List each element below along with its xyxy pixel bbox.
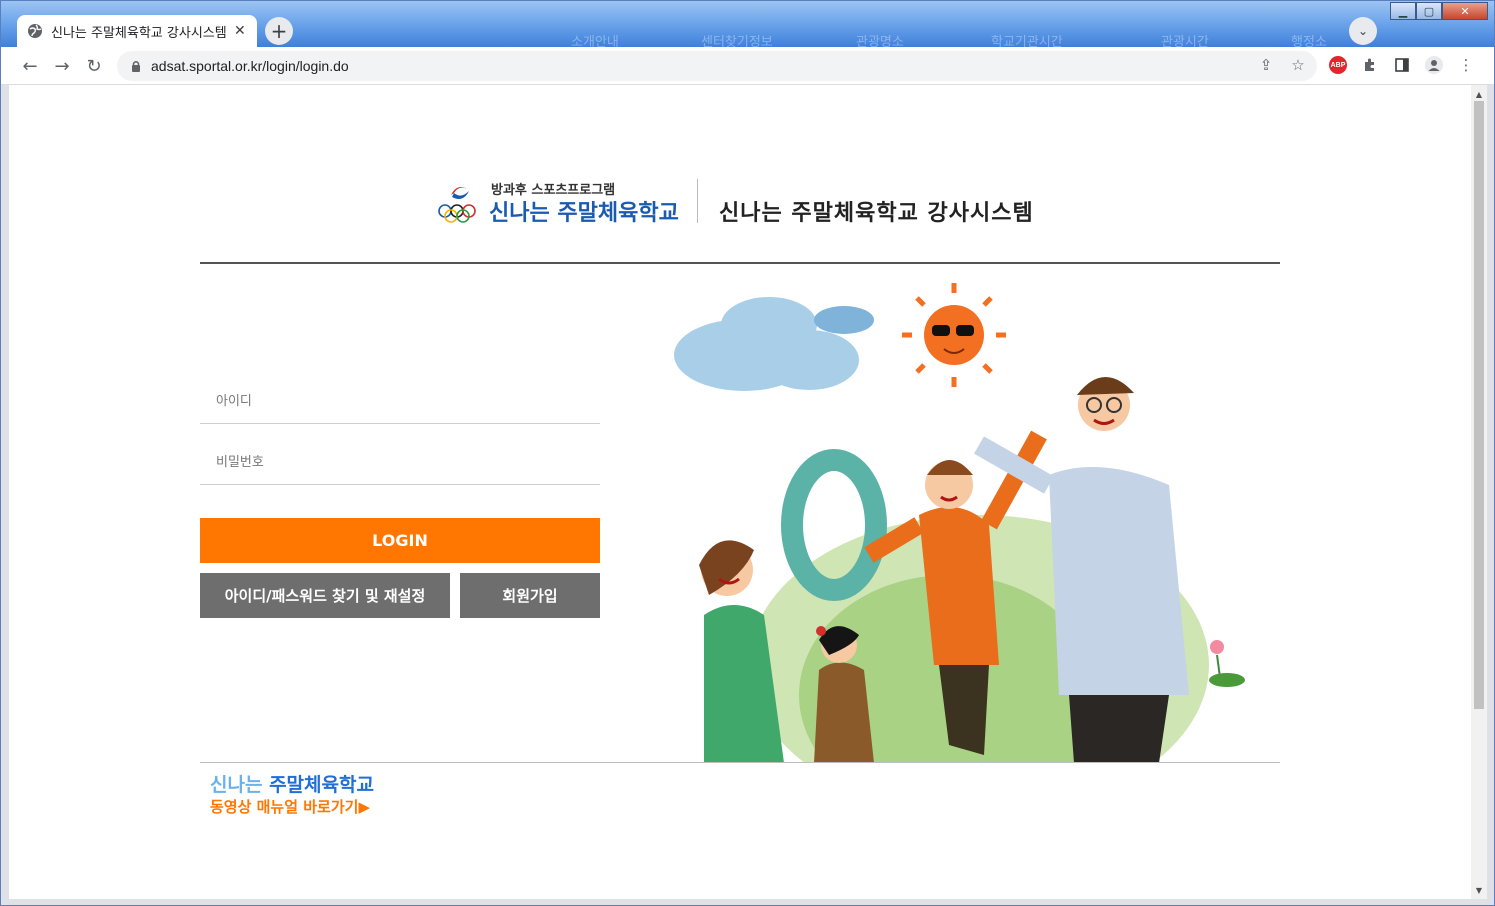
close-tab-icon[interactable]: ✕ (234, 23, 246, 39)
manual-brand: 신나는 주말체육학교 (210, 770, 374, 797)
page-viewport: 방과후 스포츠프로그램 신나는 주말체육학교 신나는 주말체육학교 강사시스템 … (9, 85, 1471, 899)
window-controls: ▁ ▢ ✕ (1390, 2, 1488, 20)
site-logo[interactable]: 방과후 스포츠프로그램 신나는 주말체육학교 (437, 177, 682, 226)
globe-icon (28, 24, 42, 38)
manual-brand-part1: 신나는 (210, 774, 270, 796)
side-panel-icon[interactable] (1393, 56, 1411, 74)
scroll-down-arrow-icon[interactable]: ▼ (1471, 883, 1487, 897)
browser-window: 소개안내 센터찾기정보 관광명소 학교기관시간 관광시간 행정소 신나는 주말체… (0, 0, 1495, 906)
signup-button[interactable]: 회원가입 (460, 573, 600, 618)
footer-rule (200, 762, 1280, 763)
page-scrollbar[interactable]: ▲ ▼ (1471, 85, 1487, 899)
close-window-button[interactable]: ✕ (1442, 2, 1488, 20)
adblock-extension-icon[interactable]: ABP (1329, 56, 1347, 74)
browser-toolbar: ← → ↻ adsat.sportal.or.kr/login/login.do… (1, 47, 1494, 85)
share-icon[interactable]: ⇪ (1256, 55, 1276, 75)
maximize-button[interactable]: ▢ (1416, 2, 1442, 20)
extensions-puzzle-icon[interactable] (1361, 56, 1379, 74)
forward-button[interactable]: → (51, 55, 73, 77)
bookmark-star-icon[interactable]: ☆ (1288, 55, 1308, 75)
browser-tab[interactable]: 신나는 주말체육학교 강사시스템 ✕ (17, 15, 257, 47)
manual-brand-part2: 주말체육학교 (269, 774, 374, 796)
video-manual-link[interactable]: 동영상 매뉴얼 바로가기▶ (210, 796, 370, 817)
user-id-input[interactable] (200, 380, 600, 424)
login-button[interactable]: LOGIN (200, 518, 600, 563)
profile-avatar-icon[interactable] (1425, 56, 1443, 74)
new-tab-button[interactable]: + (265, 17, 293, 45)
tab-search-button[interactable]: ⌄ (1349, 17, 1377, 45)
find-account-button[interactable]: 아이디/패스워드 찾기 및 재설정 (200, 573, 450, 618)
logo-title: 신나는 주말체육학교 (489, 201, 679, 226)
olympic-rings-logo-icon (438, 187, 476, 223)
minimize-button[interactable]: ▁ (1390, 2, 1416, 20)
lock-icon (132, 61, 140, 72)
tab-title: 신나는 주말체육학교 강사시스템 (51, 25, 226, 41)
url-text: adsat.sportal.or.kr/login/login.do (151, 58, 349, 74)
page-title: 신나는 주말체육학교 강사시스템 (719, 201, 1034, 226)
header-divider (697, 179, 698, 223)
header-rule (200, 262, 1280, 264)
scroll-up-arrow-icon[interactable]: ▲ (1471, 87, 1487, 101)
tab-strip: 소개안내 센터찾기정보 관광명소 학교기관시간 관광시간 행정소 신나는 주말체… (1, 1, 1494, 50)
password-input[interactable] (200, 441, 600, 485)
back-button[interactable]: ← (19, 55, 41, 77)
scrollbar-thumb[interactable] (1474, 101, 1484, 709)
address-bar[interactable]: adsat.sportal.or.kr/login/login.do (117, 51, 1317, 81)
menu-kebab-icon[interactable]: ⋮ (1456, 55, 1476, 75)
family-illustration (674, 283, 1245, 763)
reload-button[interactable]: ↻ (83, 55, 105, 77)
